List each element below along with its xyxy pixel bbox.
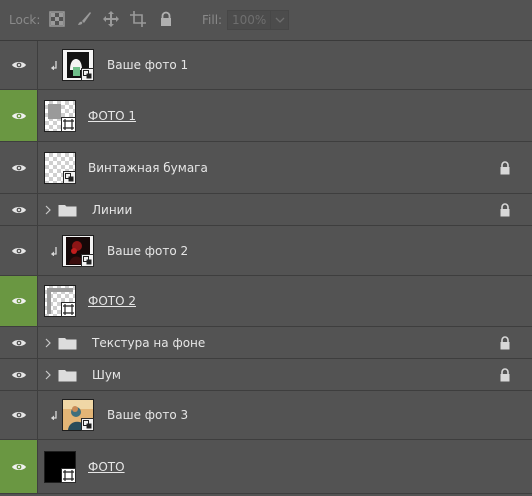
layer-row[interactable]: ФОТО 2	[0, 276, 532, 327]
lock-image-pixels-icon[interactable]	[76, 11, 92, 27]
lock-icon	[500, 367, 510, 381]
fill-label: Fill:	[202, 13, 223, 27]
fill-input[interactable]: 100%	[227, 10, 289, 30]
fill-dropdown-button[interactable]	[270, 11, 288, 29]
frame-icon	[61, 116, 76, 132]
layer-thumbnail	[62, 234, 94, 267]
layer-row[interactable]: ФОТО	[0, 440, 532, 494]
smart-object-icon	[63, 170, 76, 184]
eye-icon	[12, 412, 26, 418]
frame-icon	[61, 302, 76, 317]
layer-row[interactable]: Винтажная бумага	[0, 142, 532, 194]
visibility-toggle[interactable]	[0, 142, 38, 193]
eye-icon	[12, 62, 26, 68]
visibility-toggle[interactable]	[0, 276, 38, 326]
visibility-toggle[interactable]	[0, 327, 38, 358]
chevron-right-icon[interactable]	[45, 338, 51, 348]
visibility-toggle[interactable]	[0, 194, 38, 225]
clipping-mask-arrow-icon	[51, 411, 57, 420]
layer-row[interactable]: Ваше фото 1	[0, 41, 532, 90]
lock-artboard-icon[interactable]	[130, 11, 146, 27]
layer-name[interactable]: ФОТО 2	[88, 293, 136, 309]
lock-toolbar: Lock: Fill: 100%	[0, 0, 532, 40]
lock-icon	[500, 202, 510, 216]
layer-thumbnail	[44, 450, 76, 483]
layer-name[interactable]: Шум	[92, 367, 121, 383]
chevron-right-icon[interactable]	[45, 205, 51, 215]
visibility-toggle[interactable]	[0, 90, 38, 141]
layer-group-row[interactable]: Шум	[0, 359, 532, 391]
layer-thumbnail	[62, 399, 94, 431]
folder-icon	[58, 337, 77, 349]
chevron-right-icon[interactable]	[45, 370, 51, 380]
clipping-mask-arrow-icon	[51, 61, 57, 70]
folder-icon	[58, 369, 77, 381]
eye-icon	[12, 339, 26, 346]
lock-icon	[500, 335, 510, 349]
eye-icon	[12, 112, 26, 119]
fill-value: 100%	[232, 13, 267, 27]
smart-object-icon	[81, 68, 94, 81]
layer-name[interactable]: Винтажная бумага	[88, 160, 208, 176]
eye-icon	[12, 247, 26, 254]
visibility-toggle[interactable]	[0, 440, 38, 493]
eye-icon	[12, 371, 26, 378]
eye-icon	[12, 298, 26, 304]
lock-icon	[500, 160, 510, 174]
clipping-mask-arrow-icon	[51, 246, 57, 256]
layer-thumbnail	[44, 99, 76, 132]
layer-group-row[interactable]: Текстура на фоне	[0, 327, 532, 359]
layer-row[interactable]: ФОТО 1	[0, 90, 532, 142]
eye-icon	[12, 463, 26, 470]
layer-name[interactable]: Текстура на фоне	[92, 335, 205, 351]
layer-group-row[interactable]: Линии	[0, 194, 532, 226]
layer-row[interactable]: Ваше фото 3	[0, 391, 532, 440]
visibility-toggle[interactable]	[0, 359, 38, 390]
layer-name[interactable]: Линии	[92, 202, 132, 218]
layer-row[interactable]: Ваше фото 2	[0, 226, 532, 276]
layer-thumbnail	[44, 151, 76, 184]
eye-icon	[12, 206, 26, 213]
layer-thumbnail	[44, 285, 76, 317]
layer-name[interactable]: Ваше фото 3	[107, 407, 188, 423]
layer-name[interactable]: Ваше фото 2	[107, 243, 188, 259]
layer-name[interactable]: ФОТО 1	[88, 108, 136, 124]
lock-label: Lock:	[9, 13, 41, 27]
folder-icon	[58, 204, 77, 216]
visibility-toggle[interactable]	[0, 226, 38, 275]
eye-icon	[12, 164, 26, 171]
lock-all-icon[interactable]	[158, 11, 174, 27]
chevron-down-icon	[275, 17, 285, 23]
lock-position-icon[interactable]	[103, 11, 119, 27]
layer-thumbnail	[62, 49, 94, 81]
frame-icon	[61, 467, 76, 483]
visibility-toggle[interactable]	[0, 41, 38, 89]
visibility-toggle[interactable]	[0, 391, 38, 439]
smart-object-icon	[81, 253, 94, 267]
layer-name[interactable]: ФОТО	[88, 459, 125, 475]
layer-name[interactable]: Ваше фото 1	[107, 57, 188, 73]
layers-list: Ваше фото 1 ФОТО 1 Винтажная бумага Лини…	[0, 40, 532, 496]
smart-object-icon	[81, 418, 94, 431]
lock-transparent-pixels-icon[interactable]	[49, 11, 65, 27]
